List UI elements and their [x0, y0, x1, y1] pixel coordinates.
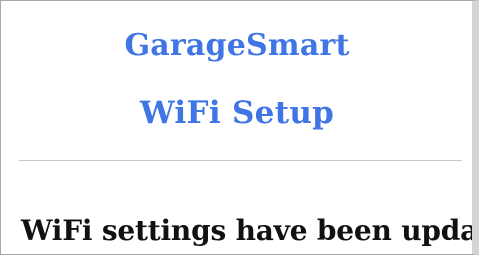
status-message: WiFi settings have been updated: [21, 214, 479, 247]
app-title: GarageSmart: [124, 28, 350, 63]
browser-viewport: GarageSmart WiFi Setup WiFi settings hav…: [0, 0, 479, 255]
divider: [19, 160, 462, 161]
page-title: WiFi Setup: [139, 95, 335, 131]
